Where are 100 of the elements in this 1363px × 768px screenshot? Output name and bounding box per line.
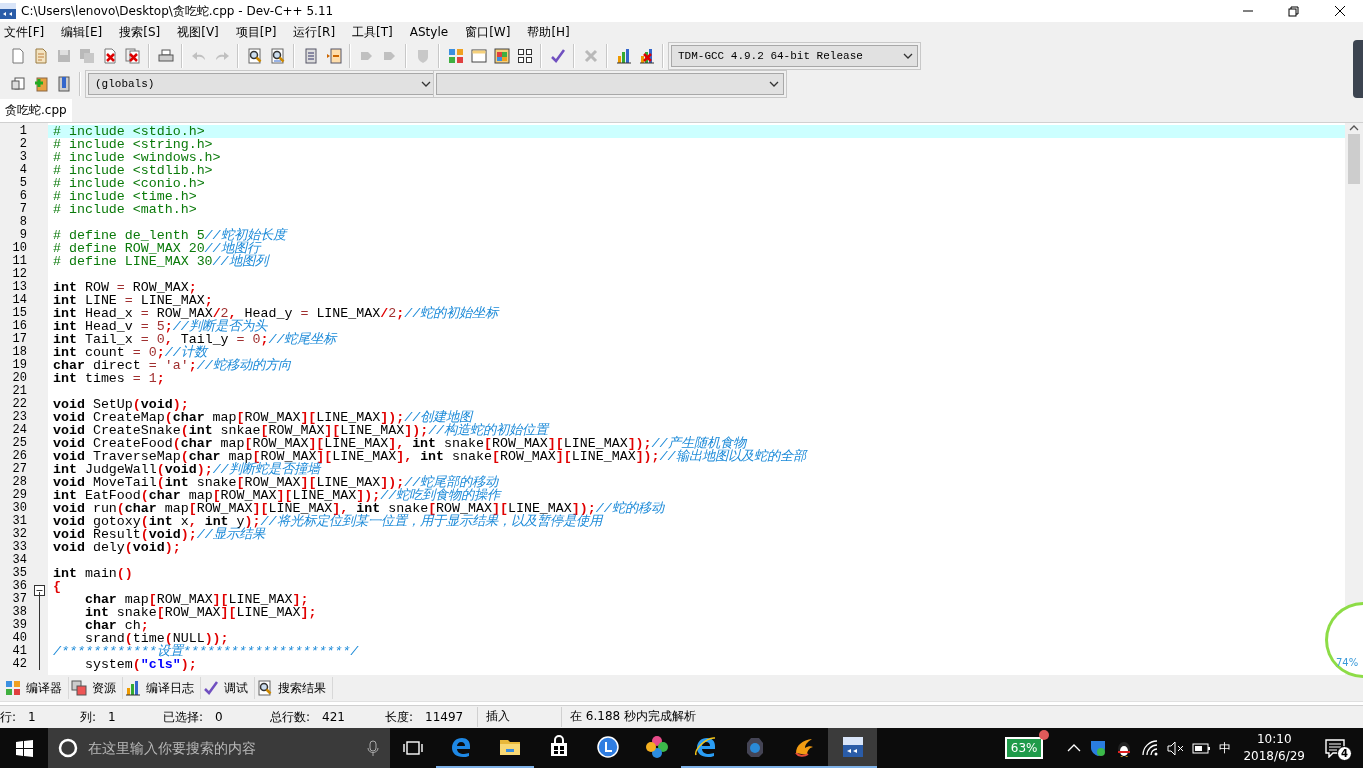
panel-tab[interactable]: 资源 bbox=[69, 677, 123, 699]
menu-item[interactable]: 工具[T] bbox=[348, 23, 400, 41]
squares-icon bbox=[71, 680, 87, 696]
battery-widget[interactable]: 63% bbox=[1004, 737, 1044, 759]
printer-icon[interactable] bbox=[157, 48, 174, 64]
code-line: int Head_x = ROW_MAX/2, Head_y = LINE_MAX/2;//蛇的初始坐标 bbox=[52, 307, 501, 320]
panel-tab[interactable]: 调试 bbox=[201, 677, 255, 699]
line-number: 21 bbox=[11, 385, 28, 398]
panel-tab[interactable]: 编译日志 bbox=[123, 677, 201, 699]
status-value: 11497 bbox=[425, 709, 464, 726]
code-line: srand(time(NULL)); bbox=[83, 632, 229, 645]
code-line: char direct = 'a';//蛇移动的方向 bbox=[52, 359, 292, 372]
chevron-up-icon[interactable] bbox=[1067, 744, 1082, 752]
list-page-icon[interactable] bbox=[302, 48, 319, 64]
chart-delete-icon[interactable] bbox=[638, 48, 655, 64]
search-field[interactable]: 在这里输入你要搜索的内容 bbox=[48, 728, 390, 768]
line-number: 35 bbox=[11, 567, 28, 580]
task-view-icon[interactable] bbox=[403, 740, 423, 756]
scroll-up-icon[interactable] bbox=[1349, 125, 1359, 131]
line-number: 8 bbox=[18, 216, 28, 229]
colored-window-icon[interactable] bbox=[493, 48, 510, 64]
code-line: # include <time.h> bbox=[52, 190, 198, 203]
line-number: 9 bbox=[18, 229, 28, 242]
clock[interactable]: 10:10 2018/6/29 bbox=[1243, 731, 1305, 765]
code-line: # define LINE_MAX 30//地图列 bbox=[52, 255, 271, 268]
windows-logo-icon[interactable] bbox=[15, 739, 33, 757]
line-number: 18 bbox=[11, 346, 28, 359]
status-value: 0 bbox=[215, 709, 223, 726]
code-line: # include <math.h> bbox=[52, 203, 198, 216]
line-number: 6 bbox=[18, 190, 28, 203]
menu-item[interactable]: 视图[V] bbox=[173, 23, 226, 41]
caret-icon bbox=[769, 81, 779, 87]
bar-chart-icon bbox=[125, 680, 141, 696]
line-number: 2 bbox=[18, 138, 28, 151]
panel-tab[interactable]: 搜索结果 bbox=[255, 677, 333, 699]
code-line: int Tail_x = 0, Tail_y = 0;//蛇尾坐标 bbox=[52, 333, 339, 346]
code-line: void MoveTail(int snake[ROW_MAX][LINE_MAX]);//蛇尾部的移动 bbox=[52, 476, 499, 489]
notification-center[interactable]: 4 bbox=[1325, 728, 1355, 768]
battery-icon[interactable] bbox=[1192, 740, 1212, 756]
line-number: 41 bbox=[11, 645, 28, 658]
code-line: int times = 1; bbox=[52, 372, 166, 385]
menu-item[interactable]: 帮助[H] bbox=[523, 23, 577, 41]
code-line: # include <stdlib.h> bbox=[52, 164, 214, 177]
line-number: 36 bbox=[11, 580, 28, 593]
scope-select[interactable]: (globals) bbox=[88, 73, 436, 95]
scrollbar-thumb[interactable] bbox=[1348, 134, 1360, 184]
notification-count: 4 bbox=[1337, 746, 1352, 761]
search-icon[interactable] bbox=[246, 48, 263, 64]
side-panel-handle[interactable] bbox=[1353, 40, 1363, 98]
line-number: 10 bbox=[11, 242, 28, 255]
search-input[interactable]: 在这里输入你要搜索的内容 bbox=[86, 736, 358, 760]
compiler-select[interactable]: TDM-GCC 4.9.2 64-bit Release bbox=[671, 45, 918, 67]
file-tab[interactable]: 贪吃蛇.cpp bbox=[0, 99, 72, 122]
code-line: void CreateMap(char map[ROW_MAX][LINE_MAX]);//创建地图 bbox=[52, 411, 474, 424]
indent-icon[interactable] bbox=[325, 48, 342, 64]
line-number: 37 bbox=[11, 593, 28, 606]
menu-item[interactable]: AStyle bbox=[405, 23, 456, 41]
line-number: 11 bbox=[11, 255, 28, 268]
grid-icon[interactable] bbox=[447, 48, 464, 64]
menu-item[interactable]: 搜索[S] bbox=[115, 23, 168, 41]
close-pages-icon[interactable] bbox=[124, 48, 141, 64]
bookmark-icon[interactable] bbox=[55, 76, 72, 92]
line-number: 1 bbox=[18, 125, 28, 138]
grid-outline-icon[interactable] bbox=[516, 48, 533, 64]
menu-item[interactable]: 项目[P] bbox=[231, 23, 284, 41]
menu-item[interactable]: 编辑[E] bbox=[57, 23, 110, 41]
restore-icon[interactable] bbox=[1288, 5, 1300, 17]
code-line: int snake[ROW_MAX][LINE_MAX]; bbox=[83, 606, 318, 619]
code-line: void Result(void);//显示结果 bbox=[52, 528, 267, 541]
line-number: 20 bbox=[11, 372, 28, 385]
menu-item[interactable]: 运行[R] bbox=[289, 23, 343, 41]
shield-icon[interactable] bbox=[1089, 739, 1108, 757]
menu-item[interactable]: 文件[F] bbox=[0, 23, 52, 41]
menu-item[interactable]: 窗口[W] bbox=[461, 23, 518, 41]
window-icon[interactable] bbox=[470, 48, 487, 64]
add-page-icon[interactable] bbox=[32, 76, 49, 92]
line-number: 42 bbox=[11, 658, 28, 671]
close-icon[interactable] bbox=[1334, 5, 1346, 17]
check-icon[interactable] bbox=[549, 48, 566, 64]
fold-toggle-icon[interactable] bbox=[34, 584, 45, 596]
status-label: 总行数: bbox=[270, 709, 311, 726]
microphone-icon[interactable] bbox=[366, 739, 380, 757]
close-page-icon[interactable] bbox=[101, 48, 118, 64]
code-line: void dely(void); bbox=[52, 541, 182, 554]
pages-icon[interactable] bbox=[9, 76, 26, 92]
edit-mode: 插入 bbox=[477, 707, 561, 727]
line-number: 39 bbox=[11, 619, 28, 632]
bar-chart-icon[interactable] bbox=[615, 48, 632, 64]
line-number: 17 bbox=[11, 333, 28, 346]
panel-tab[interactable]: 编译器 bbox=[3, 677, 69, 699]
line-number: 13 bbox=[11, 281, 28, 294]
status-label: 长度: bbox=[385, 709, 414, 726]
code-line: # include <windows.h> bbox=[52, 151, 222, 164]
line-number: 38 bbox=[11, 606, 28, 619]
taskbar-button[interactable] bbox=[828, 728, 877, 768]
magnifier-page-icon[interactable] bbox=[269, 48, 286, 64]
muted-speaker-icon[interactable] bbox=[1167, 739, 1185, 757]
wifi-icon[interactable] bbox=[1141, 739, 1160, 757]
input-method[interactable]: 中 bbox=[1219, 739, 1232, 757]
line-number: 29 bbox=[11, 489, 28, 502]
